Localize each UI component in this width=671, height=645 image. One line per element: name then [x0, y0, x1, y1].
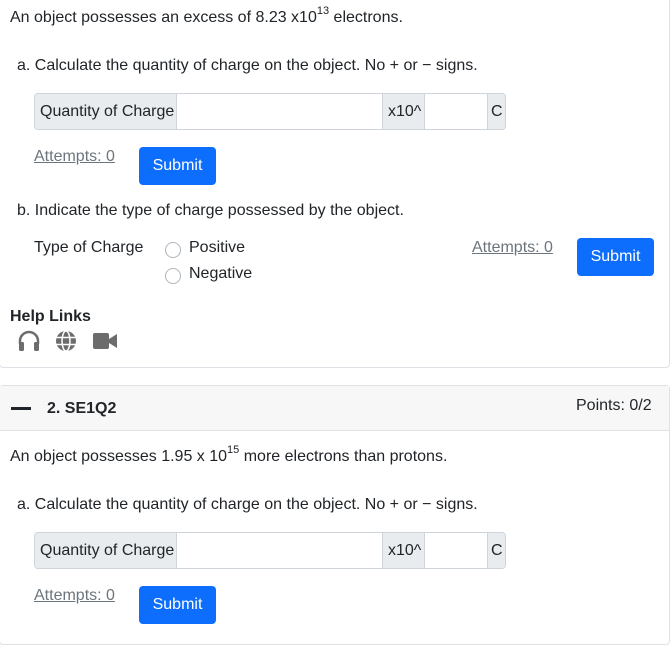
minus-icon[interactable] — [11, 407, 31, 410]
question-1-stem: An object possesses an excess of 8.23 x1… — [10, 4, 403, 26]
q2-charge-input-group: Quantity of Charge x10^ C — [34, 532, 506, 569]
q2-mantissa-input[interactable] — [177, 533, 382, 568]
q2-exponent-input[interactable] — [425, 533, 487, 568]
video-camera-icon[interactable] — [92, 330, 117, 352]
q2a-submit-button[interactable]: Submit — [139, 586, 216, 624]
headphones-icon[interactable] — [17, 330, 41, 352]
q1b-submit-button[interactable]: Submit — [577, 238, 654, 276]
points-badge: Points: 0/2 — [576, 397, 652, 414]
question-2-header[interactable]: 2. SE1Q2 Points: 0/2 — [0, 386, 669, 431]
type-of-charge-label: Type of Charge — [34, 239, 144, 256]
quantity-of-charge-label: Quantity of Charge — [35, 94, 177, 129]
radio-positive[interactable] — [165, 242, 181, 258]
x10-label: x10^ — [382, 94, 425, 129]
question-1-card — [0, 0, 670, 368]
globe-icon[interactable] — [54, 330, 78, 352]
q1-charge-input-group: Quantity of Charge x10^ C — [34, 93, 506, 130]
q1-part-b-label: b. Indicate the type of charge possessed… — [17, 202, 404, 219]
q1b-attempts-link[interactable]: Attempts: 0 — [472, 239, 553, 257]
q1a-submit-button[interactable]: Submit — [139, 147, 216, 185]
q2-part-a-label: a. Calculate the quantity of charge on t… — [17, 496, 478, 513]
q2a-attempts-link[interactable]: Attempts: 0 — [34, 587, 115, 605]
option-negative-label[interactable]: Negative — [189, 265, 252, 283]
help-links-title: Help Links — [10, 308, 91, 325]
q1a-attempts-link[interactable]: Attempts: 0 — [34, 148, 115, 166]
q1-exponent-input[interactable] — [425, 94, 487, 129]
question-2-stem: An object possesses 1.95 x 1015 more ele… — [10, 443, 448, 465]
question-2-card: 2. SE1Q2 Points: 0/2 — [0, 385, 670, 645]
unit-label: C — [487, 533, 505, 568]
radio-negative[interactable] — [165, 268, 181, 284]
question-2-title: 2. SE1Q2 — [47, 400, 117, 417]
quantity-of-charge-label: Quantity of Charge — [35, 533, 177, 568]
option-positive-label[interactable]: Positive — [189, 239, 245, 257]
q1-mantissa-input[interactable] — [177, 94, 382, 129]
x10-label: x10^ — [382, 533, 425, 568]
q1-part-a-label: a. Calculate the quantity of charge on t… — [17, 57, 478, 74]
unit-label: C — [487, 94, 505, 129]
